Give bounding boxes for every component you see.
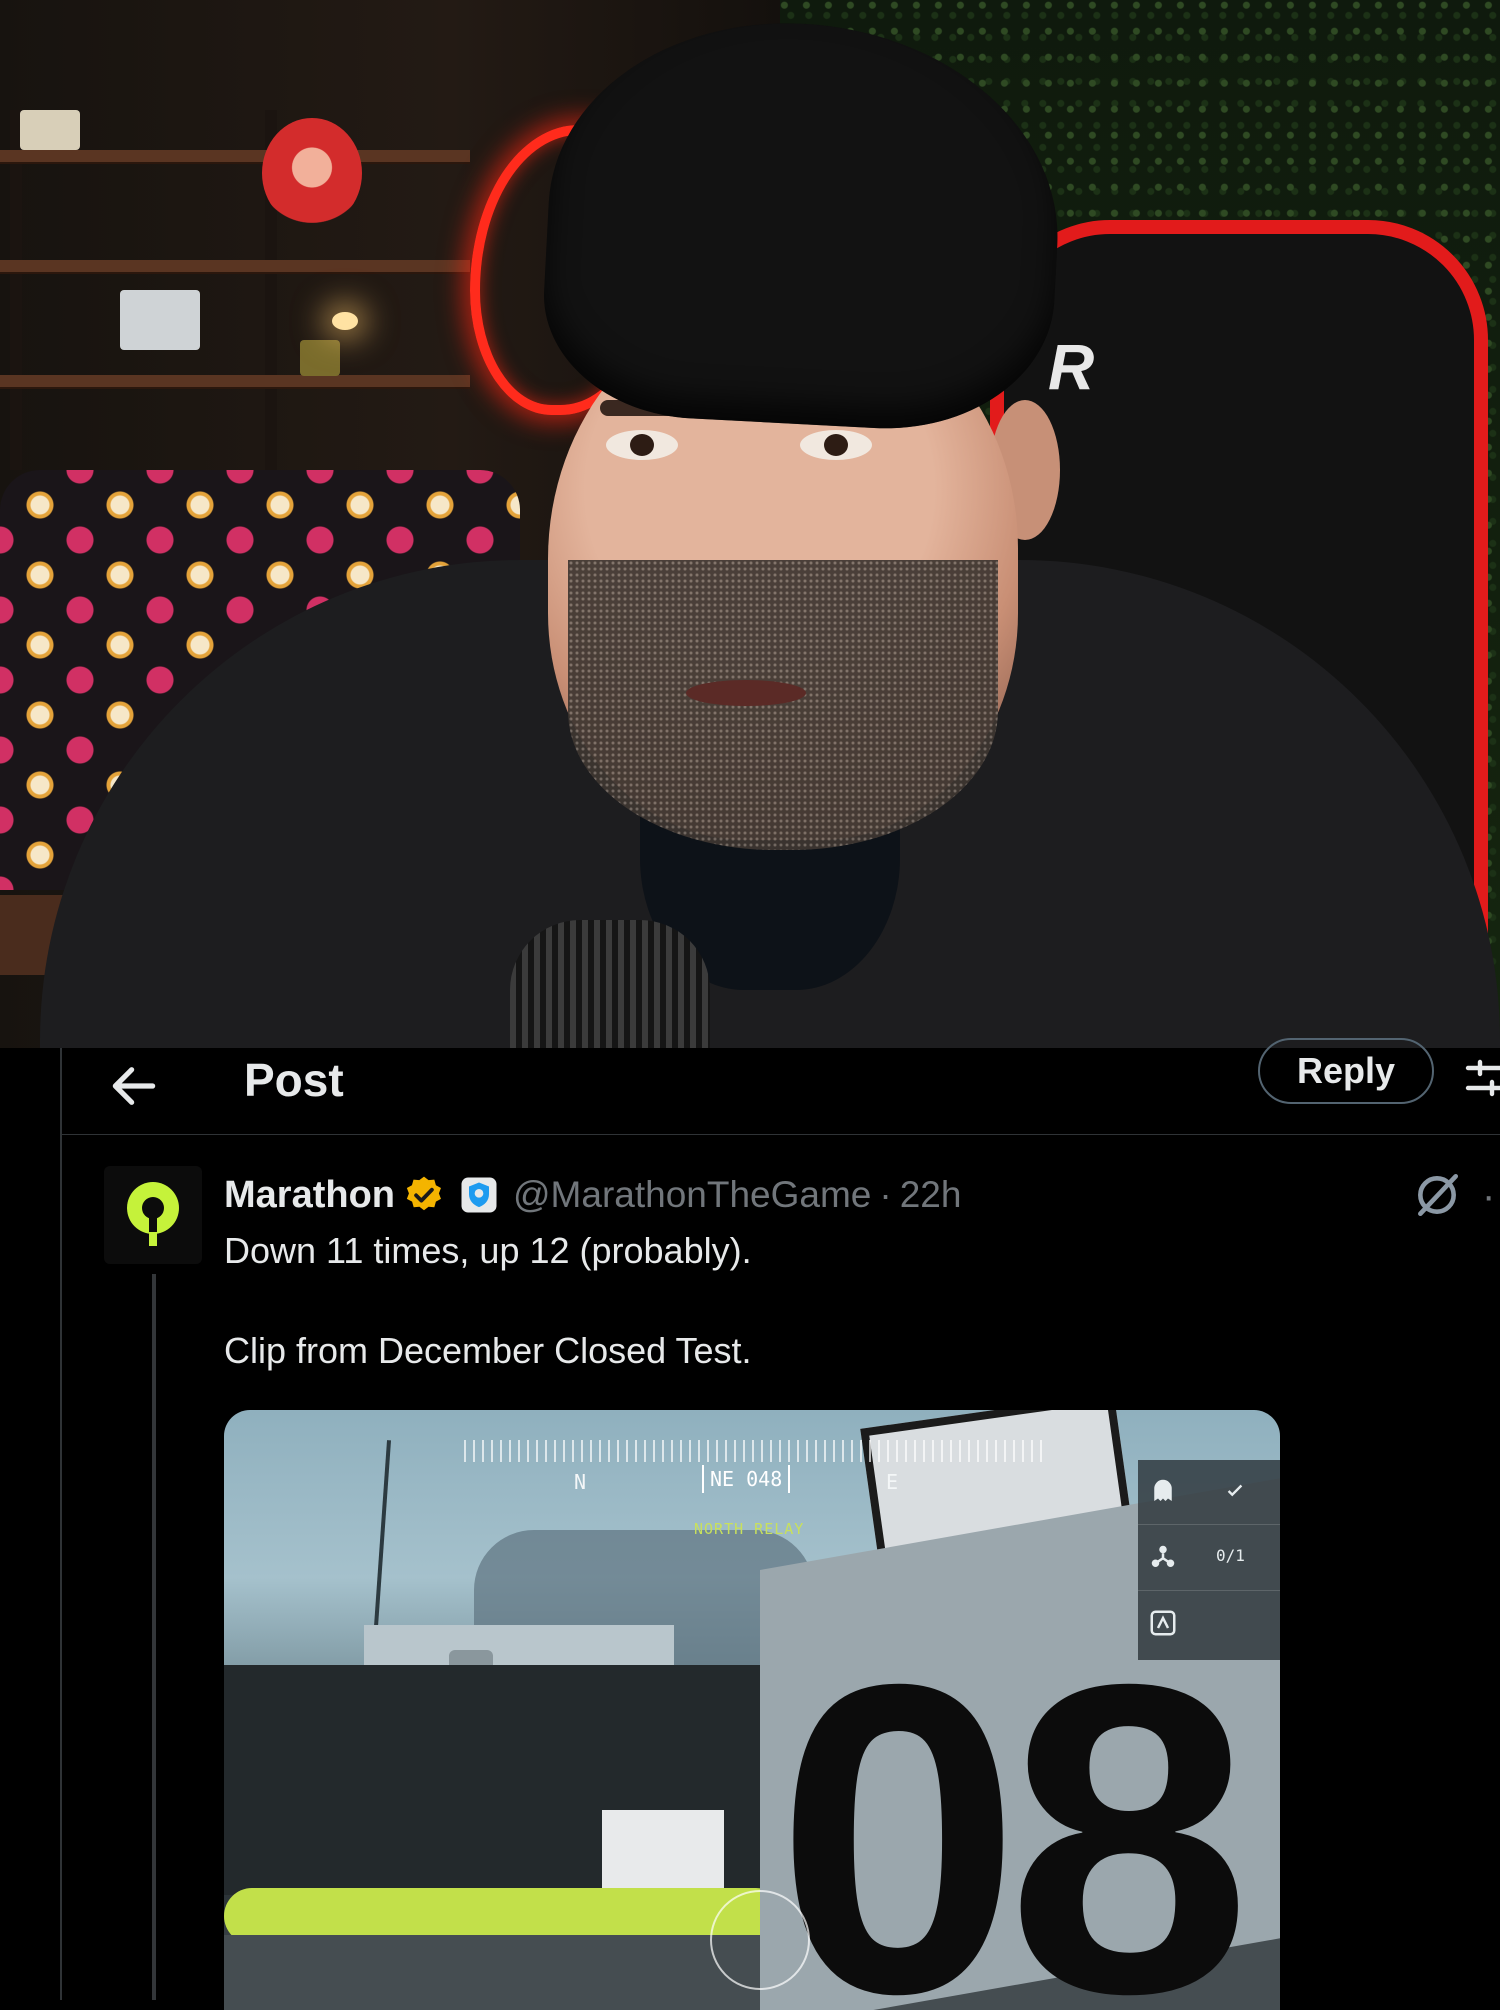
shield-affiliate-icon[interactable] bbox=[459, 1175, 499, 1215]
check-icon bbox=[1227, 1484, 1243, 1497]
microphone bbox=[510, 920, 710, 1048]
eye bbox=[800, 430, 872, 460]
ghost-icon bbox=[1154, 1479, 1172, 1501]
post-video[interactable]: 08 N NE 048 E NORTH RELAY 0/1 bbox=[224, 1410, 1280, 2010]
location-label: NORTH RELAY bbox=[694, 1520, 805, 1538]
separator-dot: · bbox=[879, 1174, 892, 1215]
display-name[interactable]: Marathon bbox=[224, 1174, 395, 1217]
user-handle[interactable]: @MarathonTheGame bbox=[513, 1174, 871, 1216]
compass-north-label: N bbox=[574, 1470, 587, 1494]
objective-count: 0/1 bbox=[1216, 1546, 1245, 1565]
column-divider bbox=[60, 1048, 62, 2000]
more-options-icon[interactable]: · bbox=[1482, 1174, 1495, 1219]
post-timestamp[interactable]: 22h bbox=[900, 1174, 962, 1216]
reply-button[interactable]: Reply bbox=[1258, 1038, 1434, 1104]
network-icon bbox=[1151, 1545, 1175, 1567]
sliders-icon[interactable] bbox=[1462, 1054, 1500, 1102]
shelf-lamp bbox=[332, 312, 358, 330]
compass-east-label: E bbox=[886, 1470, 899, 1494]
hand-scan-icon bbox=[1150, 1610, 1176, 1636]
post-header: Post Reply bbox=[62, 1038, 1500, 1135]
post-panel: Post Reply Marathon @MarathonTheGame · 2… bbox=[0, 1038, 1500, 2010]
chair-logo: R bbox=[1048, 331, 1095, 403]
collectible-figure bbox=[262, 118, 362, 228]
hud-row bbox=[1138, 1460, 1280, 1525]
post-text-line: Down 11 times, up 12 (probably). bbox=[224, 1230, 752, 1271]
hud-compass bbox=[464, 1440, 1044, 1462]
marathon-logo-icon bbox=[127, 1182, 179, 1246]
panel-number: 08 bbox=[776, 1594, 1251, 2010]
arrow-left-icon[interactable] bbox=[106, 1058, 162, 1114]
mouth bbox=[686, 680, 806, 706]
beard bbox=[568, 560, 998, 850]
page-title: Post bbox=[244, 1054, 344, 1106]
eye bbox=[606, 430, 678, 460]
webcam-video: R bbox=[0, 0, 1500, 1048]
crosshair-reticle bbox=[710, 1890, 810, 1990]
verified-badge-icon[interactable] bbox=[403, 1174, 445, 1216]
grok-icon[interactable] bbox=[1412, 1170, 1462, 1220]
thread-line bbox=[152, 1274, 156, 2000]
post-text-line: Clip from December Closed Test. bbox=[224, 1330, 752, 1371]
avatar[interactable] bbox=[104, 1166, 202, 1264]
compass-heading: NE 048 bbox=[702, 1465, 791, 1493]
post-author-row: Marathon @MarathonTheGame · 22h bbox=[224, 1166, 961, 1224]
hud-row bbox=[1138, 1592, 1280, 1656]
shelf-unit bbox=[0, 110, 470, 470]
hud-objectives-panel: 0/1 bbox=[1138, 1460, 1280, 1660]
crate bbox=[602, 1810, 724, 1890]
hud-row: 0/1 bbox=[1138, 1526, 1280, 1591]
